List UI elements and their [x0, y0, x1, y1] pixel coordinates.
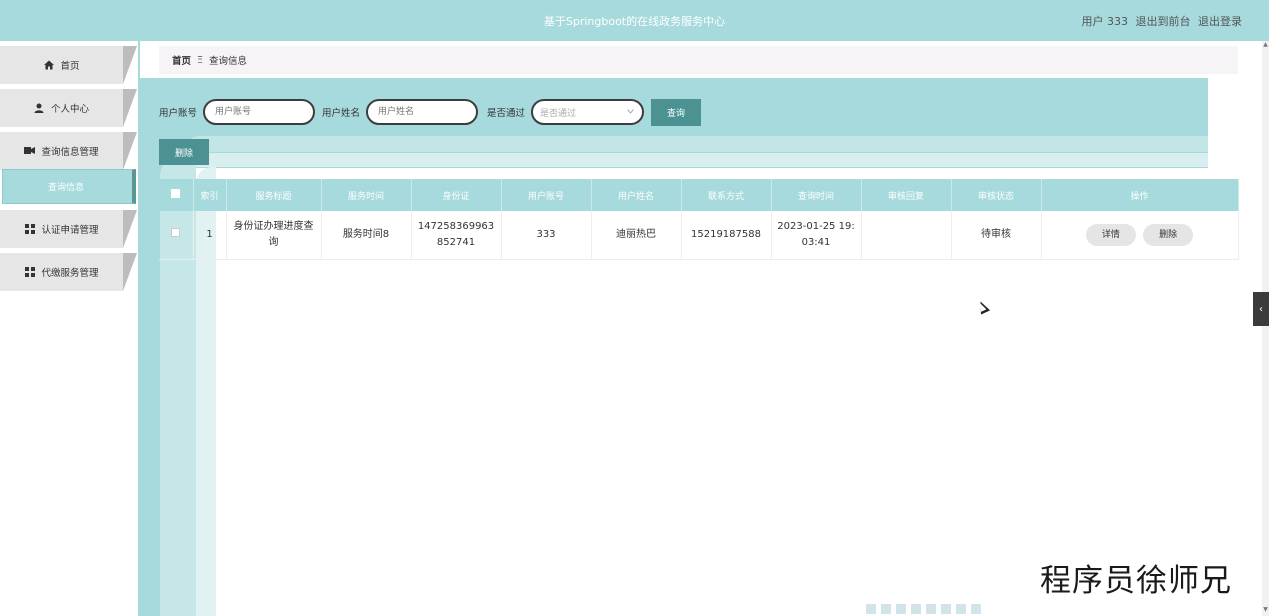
sidebar-item-label: 首页	[60, 61, 80, 72]
row-checkbox[interactable]	[171, 227, 181, 237]
cell-service-time: 服务时间8	[321, 211, 412, 260]
account-input[interactable]	[203, 99, 316, 125]
faint-toolbar	[866, 604, 996, 614]
sidebar-subitem-query-info[interactable]: 查询信息	[2, 169, 136, 204]
passed-label: 是否通过	[487, 108, 526, 119]
column-header: 联系方式	[681, 179, 772, 211]
breadcrumb-home[interactable]: 首页	[172, 53, 191, 67]
sidebar: 首页 个人中心 查询信息管理 查询信息 认证申请管理 代缴服务管理	[0, 41, 140, 616]
cell-service-title: 身份证办理进度查询	[226, 211, 322, 260]
chevron-down-icon	[627, 107, 634, 117]
select-all-checkbox[interactable]	[171, 189, 181, 198]
name-input[interactable]	[366, 99, 479, 125]
select-all-header	[159, 179, 194, 211]
cell-id-card: 147258369963852741	[411, 211, 502, 260]
search-form: 用户账号 用户姓名 是否通过 是否通过 查询	[159, 98, 702, 126]
grid-icon	[24, 266, 35, 278]
account-label: 用户账号	[159, 108, 198, 119]
table-header-row: 索引 服务标题 服务时间 身份证 用户账号 用户姓名 联系方式 查询时间 审核回…	[159, 179, 1239, 211]
chevron-left-icon: ‹	[1259, 303, 1263, 315]
sidebar-item-home[interactable]: 首页	[0, 46, 137, 84]
cell-actions: 详情 删除	[1041, 211, 1239, 260]
name-label: 用户姓名	[322, 108, 361, 119]
scroll-up-arrow-icon[interactable]: ▲	[1262, 41, 1269, 49]
column-header: 服务时间	[321, 179, 412, 211]
sidebar-item-query-info-management[interactable]: 查询信息管理	[0, 132, 137, 170]
column-header: 操作	[1041, 179, 1239, 211]
cell-reply	[861, 211, 952, 260]
main-content: 首页 Ξ 查询信息 用户账号 用户姓名 是否通过 是否通过 查询 删除 索引 服…	[140, 41, 1269, 616]
side-collapse-tab[interactable]: ‹	[1253, 292, 1269, 326]
column-header: 审核状态	[951, 179, 1042, 211]
cell-index: 1	[193, 211, 227, 260]
decoration	[195, 153, 1208, 167]
decoration	[184, 136, 1208, 152]
column-header: 用户账号	[501, 179, 592, 211]
cell-query-time: 2023-01-25 19:03:41	[771, 211, 862, 260]
breadcrumb-separator: Ξ	[197, 54, 204, 66]
home-icon	[43, 60, 54, 71]
breadcrumb-current: 查询信息	[209, 56, 248, 67]
passed-select[interactable]: 是否通过	[531, 99, 645, 125]
data-table: 索引 服务标题 服务时间 身份证 用户账号 用户姓名 联系方式 查询时间 审核回…	[159, 179, 1239, 260]
watermark: 程序员徐师兄	[1040, 563, 1232, 599]
back-to-front-link[interactable]: 退出到前台	[1136, 15, 1191, 28]
column-header: 服务标题	[226, 179, 322, 211]
sidebar-item-label: 个人中心	[50, 104, 89, 115]
detail-button[interactable]: 详情	[1085, 223, 1136, 246]
column-header: 审核回复	[861, 179, 952, 211]
sidebar-item-payment-service-management[interactable]: 代缴服务管理	[0, 253, 137, 291]
column-header: 查询时间	[771, 179, 862, 211]
row-delete-button[interactable]: 删除	[1143, 223, 1194, 246]
cell-name: 迪丽热巴	[591, 211, 682, 260]
sidebar-item-label: 代缴服务管理	[41, 268, 99, 279]
user-icon	[34, 103, 45, 114]
cell-status: 待审核	[951, 211, 1042, 260]
sidebar-item-personal-center[interactable]: 个人中心	[0, 89, 137, 127]
film-icon	[24, 146, 36, 157]
passed-select-placeholder: 是否通过	[540, 108, 577, 119]
user-label: 用户 333	[1081, 15, 1129, 28]
query-button[interactable]: 查询	[651, 98, 702, 126]
scroll-down-arrow-icon[interactable]: ▼	[1262, 606, 1269, 614]
table-row: 1 身份证办理进度查询 服务时间8 147258369963852741 333…	[159, 211, 1239, 260]
user-area: 用户 333 退出到前台 退出登录	[1078, 13, 1243, 29]
cell-account: 333	[501, 211, 592, 260]
cell-phone: 15219187588	[681, 211, 772, 260]
sidebar-item-label: 认证申请管理	[41, 225, 99, 236]
logout-link[interactable]: 退出登录	[1198, 15, 1242, 28]
top-header: 基于Springboot的在线政务服务中心 用户 333 退出到前台 退出登录	[0, 0, 1269, 41]
sidebar-item-certification-management[interactable]: 认证申请管理	[0, 210, 137, 248]
breadcrumb: 首页 Ξ 查询信息	[159, 46, 1238, 74]
batch-delete-button[interactable]: 删除	[159, 139, 209, 165]
grid-icon	[24, 223, 35, 235]
vertical-scrollbar[interactable]	[1262, 41, 1269, 616]
sidebar-item-label: 查询信息管理	[41, 147, 99, 158]
column-header: 身份证	[411, 179, 502, 211]
column-header: 索引	[193, 179, 227, 211]
column-header: 用户姓名	[591, 179, 682, 211]
